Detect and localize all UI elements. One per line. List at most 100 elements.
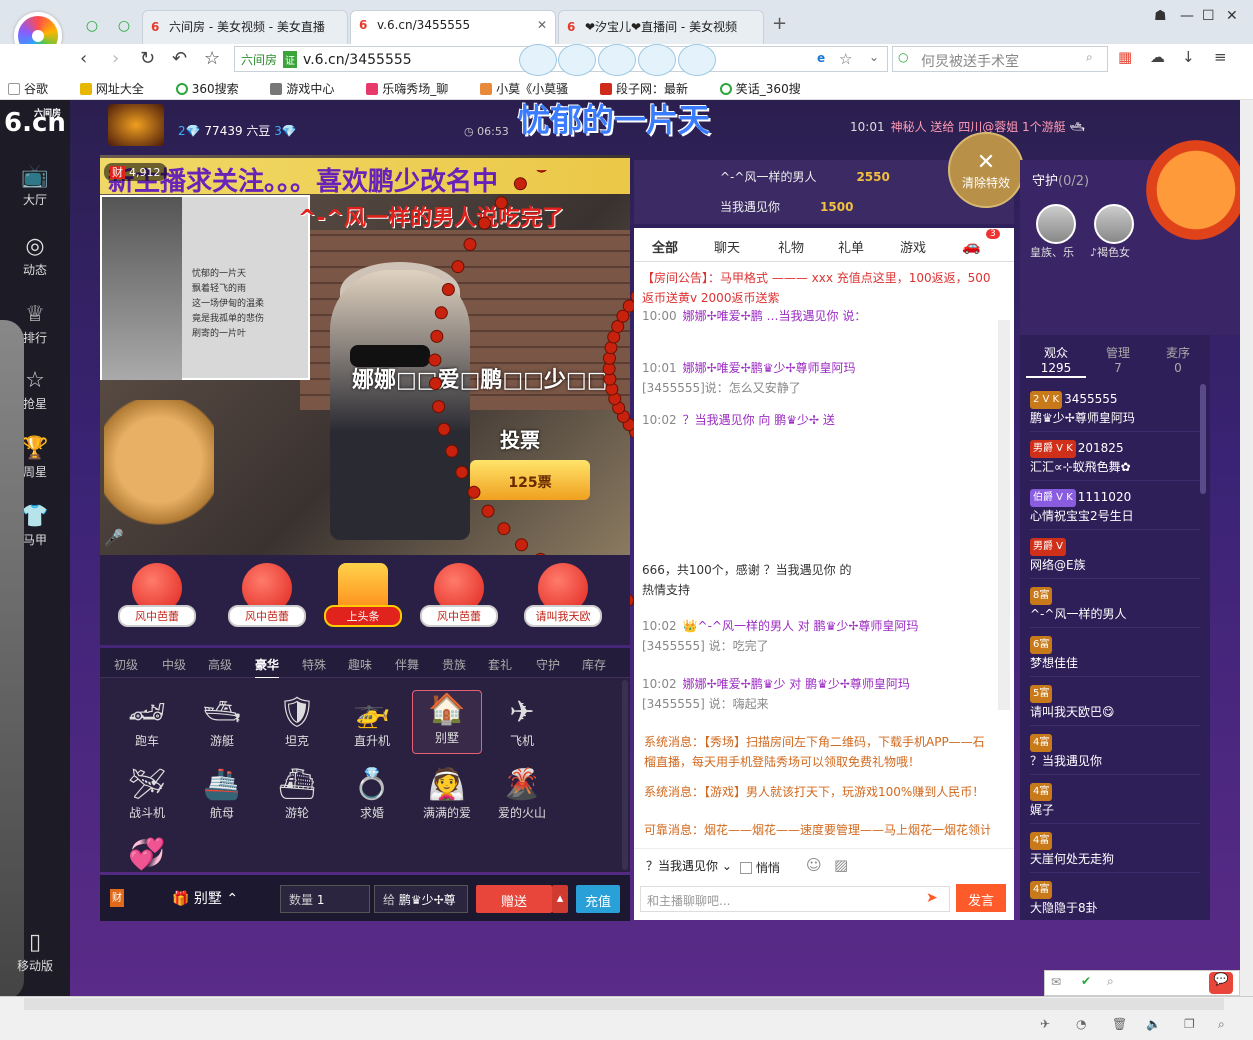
tab-gift-fun[interactable]: 趣味: [348, 656, 372, 673]
tab-admins[interactable]: 管理 7: [1088, 346, 1148, 376]
chevron-down-icon[interactable]: ⌄: [869, 50, 879, 64]
gift-hearts[interactable]: 💞: [112, 836, 182, 876]
gift-plane[interactable]: ✈ 飞机: [487, 694, 557, 758]
favorite-star-icon[interactable]: ☆: [204, 48, 220, 69]
give-button[interactable]: 赠送: [476, 885, 552, 913]
bookmark-item[interactable]: 谷歌: [8, 82, 62, 96]
audience-row[interactable]: 4富 天崖何处无走狗: [1030, 831, 1200, 873]
sidebar-item-mobile[interactable]: ▯ 移动版: [0, 930, 70, 974]
audience-row[interactable]: 4富 娓子: [1030, 782, 1200, 824]
gift-yacht[interactable]: 🛥 游艇: [187, 694, 257, 758]
audience-row[interactable]: 伯爵 V K 1111020 心情祝宝宝2号生日: [1030, 488, 1200, 530]
paper-plane-icon[interactable]: ➤: [926, 890, 938, 906]
quick-gift-4[interactable]: 请叫我天欧: [524, 563, 602, 633]
tab-gift-guard[interactable]: 守护: [536, 656, 560, 673]
quick-gift-3[interactable]: 风中芭蕾: [420, 563, 498, 633]
quantity-input[interactable]: 数量 1: [280, 885, 370, 913]
tab-chat-giftlist[interactable]: 礼单: [838, 237, 864, 256]
emoji-icon[interactable]: ☺: [806, 856, 822, 874]
tab-gift-special[interactable]: 特殊: [302, 656, 326, 673]
audience-row[interactable]: 6富 梦想佳佳: [1030, 635, 1200, 677]
mail-icon[interactable]: ✉: [1051, 975, 1061, 989]
bookmark-item[interactable]: 360搜索: [175, 82, 253, 96]
audience-row[interactable]: 2 V K 3455555 鹏♛少✢尊师皇阿玛: [1030, 390, 1200, 432]
tab-gift-luxury[interactable]: 豪华: [255, 656, 280, 679]
guard-avatar[interactable]: [1036, 204, 1076, 244]
tab-gift-dance[interactable]: 伴舞: [395, 656, 419, 673]
cat-mascot-icon[interactable]: [1146, 140, 1246, 240]
ie-icon[interactable]: e: [817, 51, 825, 65]
anchor-avatar[interactable]: [108, 104, 164, 146]
gift-villa[interactable]: 🏠 别墅: [412, 690, 482, 754]
audience-row[interactable]: 4富 大隐隐于8卦: [1030, 880, 1200, 921]
gift-helicopter[interactable]: 🚁 直升机: [337, 694, 407, 758]
gift-propose[interactable]: 💍 求婚: [337, 766, 407, 830]
search-icon[interactable]: ⌕: [1086, 50, 1093, 65]
horizontal-scrollbar[interactable]: [24, 998, 1224, 1010]
audience-row[interactable]: 男爵 V K 201825 汇汇∝⊹蚁飛色舞✿: [1030, 439, 1200, 481]
vote-button[interactable]: 125票: [470, 460, 590, 500]
gift-tank[interactable]: 🛡 坦克: [262, 694, 332, 758]
close-window-button[interactable]: ✕: [1226, 8, 1238, 24]
tab-gift-high[interactable]: 高级: [208, 656, 232, 673]
recharge-button[interactable]: 充值: [576, 885, 620, 913]
tab-pinned-2[interactable]: ○: [110, 10, 138, 44]
sidebar-item-hall[interactable]: 📺 大厅: [0, 164, 70, 208]
page-scrollbar[interactable]: [1240, 100, 1253, 996]
new-tab-button[interactable]: +: [772, 13, 787, 34]
trash-icon[interactable]: 🗑: [1112, 1017, 1127, 1031]
quick-gift-1[interactable]: 风中芭蕾: [118, 563, 196, 633]
wealth-icon[interactable]: 财: [110, 889, 124, 907]
gift-love-volcano[interactable]: 🌋 爱的火山: [487, 766, 557, 830]
reply-target[interactable]: ？当我遇见你 ⌄: [646, 857, 732, 874]
gift-carrier[interactable]: 🚢 航母: [187, 766, 257, 830]
bookmark-item[interactable]: 笑话_360搜: [719, 82, 815, 96]
forward-button[interactable]: ›: [112, 48, 119, 69]
zoom-status-icon[interactable]: ⌕: [1218, 1017, 1225, 1032]
tab-gift-stock[interactable]: 库存: [582, 656, 606, 673]
bookmark-item[interactable]: 游戏中心: [270, 82, 348, 96]
bookmark-item[interactable]: 段子网：最新: [599, 82, 702, 96]
mic-icon[interactable]: 🎤: [104, 528, 124, 547]
tab-chat-all[interactable]: 全部: [652, 237, 678, 256]
recipient-input[interactable]: 给 鹏♛少✢尊: [374, 885, 468, 913]
guard-name[interactable]: ♪褐色女: [1090, 244, 1130, 260]
undo-button[interactable]: ↶: [172, 48, 187, 69]
skin-icon[interactable]: ☗: [1154, 8, 1167, 24]
car-icon[interactable]: 🚗: [962, 237, 981, 255]
apps-icon[interactable]: ▦: [1118, 48, 1132, 66]
search-engine-icon[interactable]: ○: [898, 50, 908, 64]
gift-fighter[interactable]: 🛩 战斗机: [112, 766, 182, 830]
bookmark-star-icon[interactable]: ☆: [839, 50, 852, 68]
rank-item[interactable]: ^-^风一样的男人 2550: [720, 168, 890, 185]
tab-2[interactable]: 6 v.6.cn/3455555 ✕: [350, 10, 556, 44]
audience-row[interactable]: 8富 ^-^风一样的男人: [1030, 586, 1200, 628]
tab-gift-noble[interactable]: 贵族: [442, 656, 466, 673]
tab-gift-mid[interactable]: 中级: [162, 656, 186, 673]
give-more-button[interactable]: ▴: [552, 885, 568, 913]
gift-sportscar[interactable]: 🏎 跑车: [112, 694, 182, 758]
tab-mic-queue[interactable]: 麦序 0: [1148, 346, 1208, 376]
audience-row[interactable]: 4富 ？当我遇见你: [1030, 733, 1200, 775]
selected-gift-dropdown[interactable]: 🎁 别墅 ⌃: [172, 888, 238, 908]
audience-row[interactable]: 5富 请叫我天欧巴😋: [1030, 684, 1200, 726]
back-button[interactable]: ‹: [80, 48, 87, 69]
bookmark-item[interactable]: 网址大全: [79, 82, 158, 96]
chat-bubble-icon[interactable]: 💬: [1209, 972, 1233, 994]
zoom-icon[interactable]: ⌕: [1107, 974, 1114, 989]
guard-name[interactable]: 皇族、乐: [1030, 244, 1074, 260]
volume-icon[interactable]: 🔈: [1146, 1017, 1161, 1031]
audience-row[interactable]: 男爵 V 网络@E族: [1030, 537, 1200, 579]
chat-scrollbar[interactable]: [998, 320, 1010, 710]
window-icon[interactable]: ❐: [1184, 1017, 1195, 1031]
maximize-button[interactable]: ☐: [1202, 8, 1215, 24]
whisper-checkbox[interactable]: 悄悄: [740, 859, 780, 876]
search-input[interactable]: 何炅被送手术室: [892, 46, 1108, 72]
bookmark-item[interactable]: 乐嗨秀场_聊: [366, 82, 462, 96]
sidebar-item-feed[interactable]: ◎ 动态: [0, 234, 70, 278]
gift-scrollbar[interactable]: [622, 680, 628, 870]
minimize-button[interactable]: —: [1180, 8, 1194, 24]
tab-gift-set[interactable]: 套礼: [488, 656, 512, 673]
refresh-button[interactable]: ↻: [140, 48, 155, 69]
quick-gift-headline[interactable]: 上头条: [324, 563, 402, 633]
